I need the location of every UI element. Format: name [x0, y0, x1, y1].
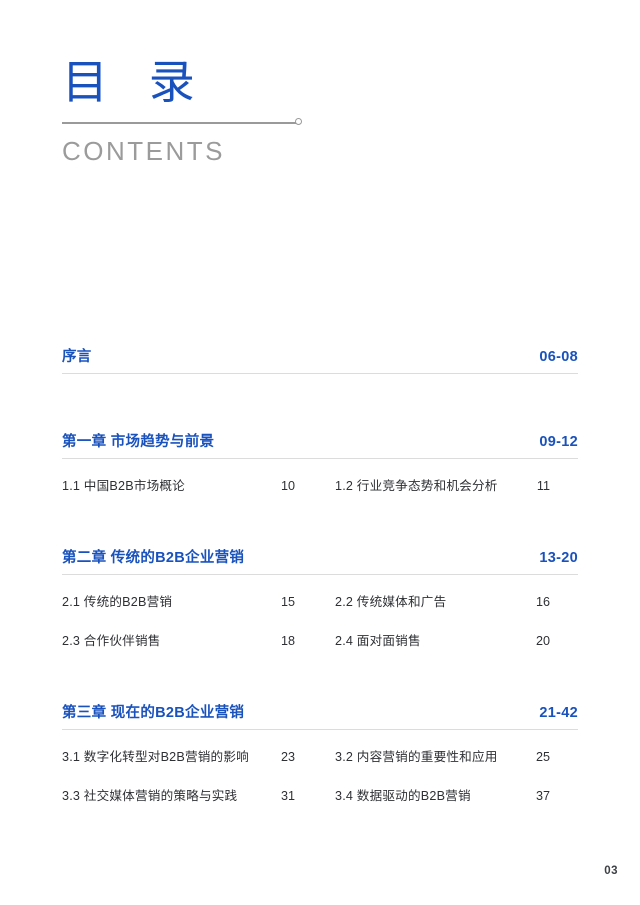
subitem-page: 18 — [280, 634, 295, 648]
list-item[interactable]: 3.1 数字化转型对B2B营销的影响 23 — [62, 746, 335, 765]
horizontal-line-icon — [62, 122, 297, 124]
subitem-label: 3.4 数据驱动的B2B营销 — [335, 789, 471, 803]
subitem-label: 2.4 面对面销售 — [335, 634, 421, 648]
list-item[interactable]: 3.2 内容营销的重要性和应用 25 — [335, 746, 578, 765]
toc-section-chapter-2[interactable]: 第二章 传统的B2B企业营销 13-20 2.1 传统的B2B营销 15 2.2… — [62, 546, 578, 650]
title-rule — [62, 115, 305, 131]
section-header: 第二章 传统的B2B企业营销 13-20 — [62, 546, 578, 568]
subitem-page: 25 — [535, 750, 550, 764]
toc-section-chapter-1[interactable]: 第一章 市场趋势与前景 09-12 1.1 中国B2B市场概论 10 1.2 行… — [62, 430, 578, 495]
subitem-label: 2.2 传统媒体和广告 — [335, 595, 447, 609]
section-title: 第一章 市场趋势与前景 — [62, 434, 215, 450]
subitem-page: 11 — [536, 479, 550, 493]
list-item[interactable]: 2.1 传统的B2B营销 15 — [62, 591, 335, 610]
section-divider — [62, 729, 578, 730]
page-title: 目 录 — [62, 56, 209, 108]
subitem-label: 1.2 行业竞争态势和机会分析 — [335, 479, 498, 493]
toc-section-preface[interactable]: 序言 06-08 — [62, 345, 578, 374]
page-number: 03 — [604, 865, 618, 877]
section-title: 序言 — [62, 349, 92, 365]
section-page-range: 13-20 — [539, 550, 578, 566]
list-item[interactable]: 1.1 中国B2B市场概论 10 — [62, 475, 335, 494]
subitem-page: 23 — [280, 750, 295, 764]
list-item[interactable]: 2.2 传统媒体和广告 16 — [335, 591, 578, 610]
section-page-range: 09-12 — [539, 434, 578, 450]
section-header: 第一章 市场趋势与前景 09-12 — [62, 430, 578, 452]
section-title: 第三章 现在的B2B企业营销 — [62, 705, 245, 721]
list-item[interactable]: 1.2 行业竞争态势和机会分析 11 — [335, 475, 578, 494]
section-page-range: 21-42 — [539, 705, 578, 721]
subitem-label: 2.3 合作伙伴销售 — [62, 634, 161, 648]
section-header: 序言 06-08 — [62, 345, 578, 367]
subitem-label: 1.1 中国B2B市场概论 — [62, 479, 185, 493]
section-page-range: 06-08 — [539, 349, 578, 365]
subitem-page: 20 — [535, 634, 550, 648]
toc-subitem-row: 2.1 传统的B2B营销 15 2.2 传统媒体和广告 16 — [62, 591, 578, 611]
subitem-page: 10 — [280, 479, 295, 493]
list-item[interactable]: 3.4 数据驱动的B2B营销 37 — [335, 785, 578, 804]
section-subitems: 3.1 数字化转型对B2B营销的影响 23 3.2 内容营销的重要性和应用 25… — [62, 746, 578, 805]
subitem-page: 15 — [280, 595, 295, 609]
section-subitems: 2.1 传统的B2B营销 15 2.2 传统媒体和广告 16 2.3 合作伙伴销… — [62, 591, 578, 650]
list-item[interactable]: 2.3 合作伙伴销售 18 — [62, 630, 335, 649]
toc-subitem-row: 3.1 数字化转型对B2B营销的影响 23 3.2 内容营销的重要性和应用 25 — [62, 746, 578, 766]
section-divider — [62, 574, 578, 575]
section-divider — [62, 458, 578, 459]
section-header: 第三章 现在的B2B企业营销 21-42 — [62, 701, 578, 723]
subitem-page: 31 — [280, 789, 295, 803]
contents-page: 目 录 CONTENTS 序言 06-08 第一章 市场趋势与前景 09-12 — [0, 0, 640, 905]
subitem-label: 3.3 社交媒体营销的策略与实践 — [62, 789, 238, 803]
list-item[interactable]: 2.4 面对面销售 20 — [335, 630, 578, 649]
subitem-page: 16 — [535, 595, 550, 609]
table-of-contents: 序言 06-08 第一章 市场趋势与前景 09-12 1.1 中国B2B市场概论… — [62, 345, 578, 824]
page-subtitle: CONTENTS — [62, 136, 225, 166]
toc-subitem-row: 1.1 中国B2B市场概论 10 1.2 行业竞争态势和机会分析 11 — [62, 475, 578, 495]
page-header: 目 录 CONTENTS — [62, 55, 578, 167]
subitem-label: 3.2 内容营销的重要性和应用 — [335, 750, 498, 764]
circle-endpoint-icon — [295, 118, 302, 125]
toc-subitem-row: 3.3 社交媒体营销的策略与实践 31 3.4 数据驱动的B2B营销 37 — [62, 785, 578, 805]
section-title: 第二章 传统的B2B企业营销 — [62, 550, 245, 566]
subitem-label: 3.1 数字化转型对B2B营销的影响 — [62, 750, 249, 764]
subitem-label: 2.1 传统的B2B营销 — [62, 595, 173, 609]
toc-subitem-row: 2.3 合作伙伴销售 18 2.4 面对面销售 20 — [62, 630, 578, 650]
toc-section-chapter-3[interactable]: 第三章 现在的B2B企业营销 21-42 3.1 数字化转型对B2B营销的影响 … — [62, 701, 578, 805]
subitem-page: 37 — [535, 789, 550, 803]
section-subitems: 1.1 中国B2B市场概论 10 1.2 行业竞争态势和机会分析 11 — [62, 475, 578, 495]
list-item[interactable]: 3.3 社交媒体营销的策略与实践 31 — [62, 785, 335, 804]
